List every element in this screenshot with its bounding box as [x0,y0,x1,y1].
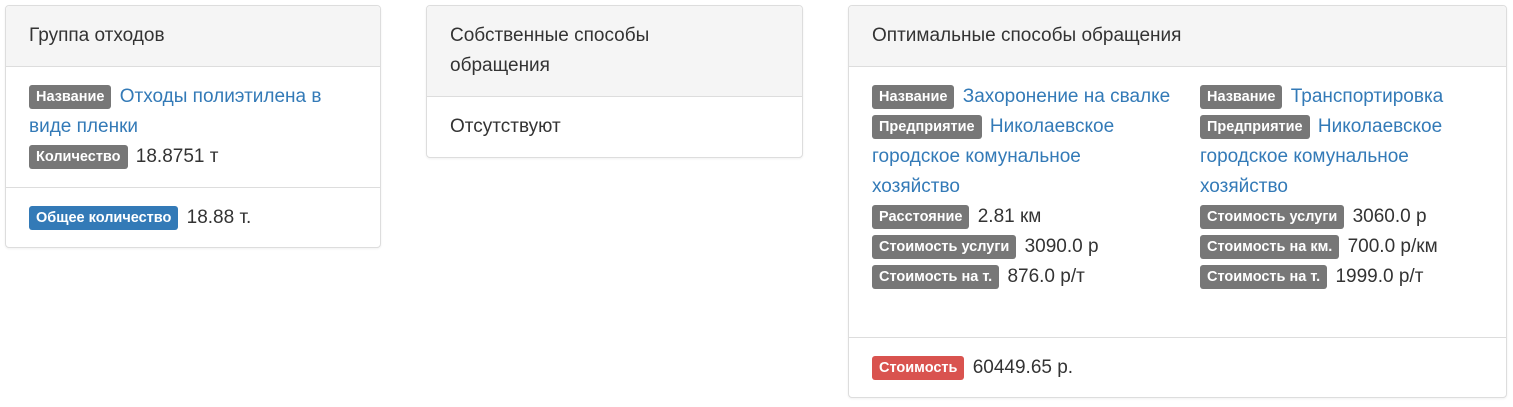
total-quantity-value: 18.88 т. [186,207,252,228]
name-label: Название [1200,85,1283,109]
method-left: Название Захоронение на свалке Предприят… [872,82,1172,292]
cost-per-km-value: 700.0 р/км [1347,236,1438,257]
method-name-link[interactable]: Транспортировка [1291,86,1444,107]
service-cost-value: 3060.0 р [1352,206,1427,227]
cost-per-ton-label: Стоимость на т. [872,265,1000,289]
total-cost-label: Стоимость [872,356,965,380]
optimal-methods-panel: Оптимальные способы обращения Название З… [848,5,1507,398]
waste-group-body: Название Отходы полиэтилена в виде пленк… [6,67,380,187]
service-cost-label: Стоимость услуги [1200,205,1345,229]
enterprise-label: Предприятие [1200,115,1310,139]
optimal-methods-body: Название Захоронение на свалке Предприят… [849,67,1506,337]
service-cost-value: 3090.0 р [1024,236,1099,257]
name-label: Название [872,85,955,109]
waste-group-heading: Группа отходов [6,6,380,67]
own-methods-heading: Собственные способы обращения [427,6,802,97]
own-methods-title: Собственные способы обращения [450,25,650,76]
method-right: Название Транспортировка Предприятие Ник… [1200,82,1485,292]
name-label: Название [29,85,112,109]
total-quantity-label: Общее количество [29,206,179,230]
waste-group-panel: Группа отходов Название Отходы полиэтиле… [5,5,381,248]
cost-per-km-label: Стоимость на км. [1200,235,1340,259]
waste-group-footer: Общее количество 18.88 т. [6,187,380,248]
quantity-value: 18.8751 т [135,146,219,167]
cost-per-ton-value: 1999.0 р/т [1335,266,1424,287]
cost-per-ton-label: Стоимость на т. [1200,265,1328,289]
optimal-methods-heading: Оптимальные способы обращения [849,6,1506,67]
own-methods-body: Отсутствуют [450,116,561,137]
cost-per-ton-value: 876.0 р/т [1007,266,1085,287]
optimal-methods-footer: Стоимость 60449.65 р. [849,337,1506,398]
enterprise-label: Предприятие [872,115,982,139]
service-cost-label: Стоимость услуги [872,235,1017,259]
quantity-label: Количество [29,145,128,169]
distance-label: Расстояние [872,205,970,229]
distance-value: 2.81 км [977,206,1042,227]
own-methods-panel: Собственные способы обращения Отсутствую… [426,5,803,158]
method-name-link[interactable]: Захоронение на свалке [963,86,1171,107]
total-cost-value: 60449.65 р. [972,357,1074,378]
